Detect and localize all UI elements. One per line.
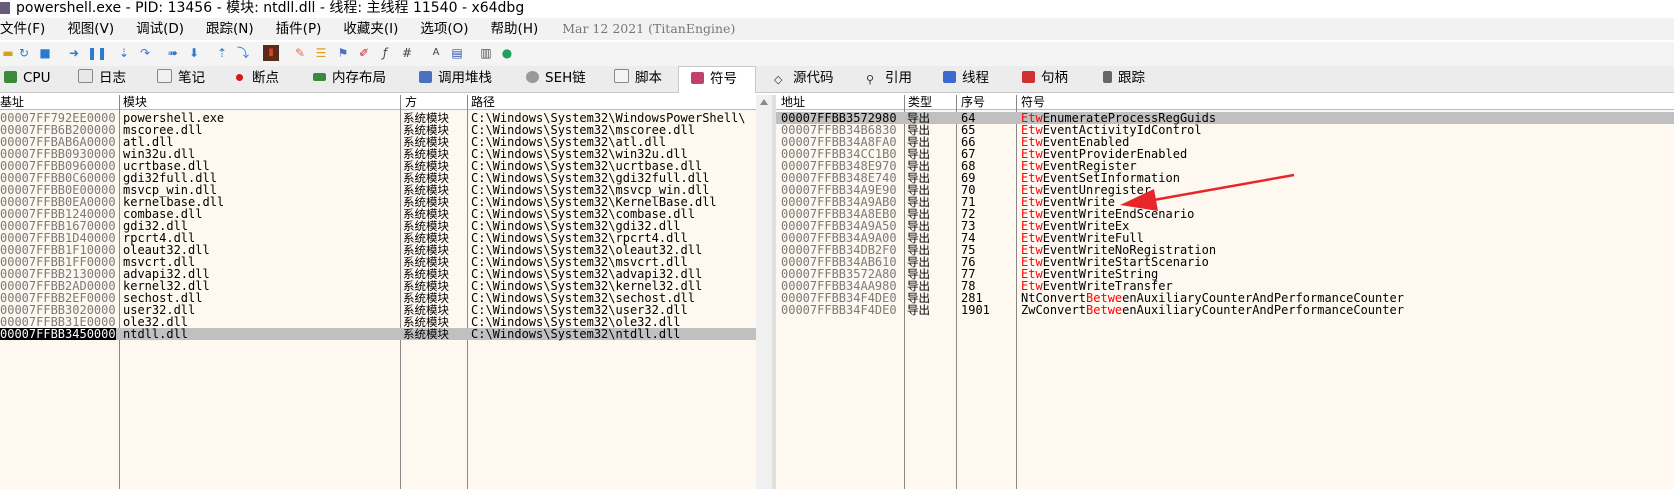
symbols-pane: 地址 类型 序号 符号 00007FFBB3572980 导出 64 EtwEnume… bbox=[776, 95, 1674, 489]
step-into-icon[interactable]: ⇣ bbox=[116, 45, 132, 61]
tab-label: 符号 bbox=[710, 71, 737, 87]
run-to-user-icon[interactable]: ⤵ bbox=[235, 45, 251, 61]
trace-over-icon[interactable]: ⬇ bbox=[186, 45, 202, 61]
module-party: 系统模块 bbox=[403, 327, 449, 341]
tab-label: 日志 bbox=[99, 70, 126, 86]
col-party[interactable]: 方 bbox=[405, 95, 417, 109]
col-module[interactable]: 模块 bbox=[123, 95, 147, 109]
trace-tab-icon bbox=[1103, 71, 1112, 83]
tab-label: SEH链 bbox=[545, 70, 586, 86]
arrow-shaft bbox=[1147, 173, 1295, 203]
tab-log[interactable]: 日志 bbox=[78, 66, 126, 91]
tab-threads[interactable]: 线程 bbox=[943, 66, 989, 91]
tab-label: 脚本 bbox=[635, 70, 662, 86]
tab-label: 断点 bbox=[252, 70, 279, 86]
tab-label: 笔记 bbox=[178, 70, 205, 86]
script-icon bbox=[614, 69, 629, 83]
build-date: Mar 12 2021 (TitanEngine) bbox=[562, 21, 736, 36]
labels-icon[interactable]: ⚑ bbox=[335, 45, 351, 61]
tab-label: 调用堆栈 bbox=[438, 70, 492, 86]
run-icon[interactable]: ➜ bbox=[66, 45, 82, 61]
functions-icon[interactable]: ƒ bbox=[377, 45, 393, 61]
source-icon: ◇ bbox=[774, 73, 783, 86]
col-base[interactable]: 基址 bbox=[0, 95, 24, 109]
menu-file[interactable]: 文件(F) bbox=[0, 18, 45, 40]
seh-icon bbox=[526, 71, 539, 83]
tab-memory-map[interactable]: 内存布局 bbox=[313, 66, 386, 91]
log-icon bbox=[78, 69, 93, 83]
title-bar: powershell.exe - PID: 13456 - 模块: ntdll.… bbox=[0, 0, 1674, 18]
memory-icon bbox=[313, 73, 326, 81]
tab-label: CPU bbox=[23, 70, 51, 86]
modules-header: 基址 模块 方 路径 bbox=[0, 95, 756, 110]
bookmarks-icon[interactable]: ✐ bbox=[356, 45, 372, 61]
notes-icon bbox=[157, 69, 172, 83]
modules-scrollbar[interactable] bbox=[756, 95, 772, 489]
module-base: 00007FFBB3450000 bbox=[0, 327, 116, 341]
tab-bar: CPU 日志 笔记 断点 内存布局 调用堆栈 SEH链 脚本 符号 ◇ 源代码 ⚲… bbox=[0, 66, 1674, 93]
tab-trace[interactable]: 跟踪 bbox=[1103, 66, 1145, 91]
tab-cpu[interactable]: CPU bbox=[4, 66, 50, 91]
call-stack-icon bbox=[419, 71, 432, 83]
trace-into-icon[interactable]: ➠ bbox=[165, 45, 181, 61]
tab-label: 源代码 bbox=[793, 70, 834, 86]
app-icon bbox=[0, 2, 10, 14]
calculator-icon[interactable]: ▤ bbox=[449, 45, 465, 61]
tab-symbols[interactable]: 符号 bbox=[678, 66, 756, 93]
patch-icon[interactable]: ✎ bbox=[292, 45, 308, 61]
tab-handles[interactable]: 句柄 bbox=[1022, 66, 1068, 91]
menu-debug[interactable]: 调试(D) bbox=[136, 18, 184, 40]
open-icon[interactable]: ▬ bbox=[0, 45, 16, 61]
modules-pane: 基址 模块 方 路径 00007FF792EE0000 powershell.ex… bbox=[0, 95, 756, 489]
help-icon[interactable]: ● bbox=[499, 45, 515, 61]
menu-bar: 文件(F) 视图(V) 调试(D) 跟踪(N) 插件(P) 收藏夹(I) 选项(O) 帮助(H… bbox=[0, 18, 1674, 40]
tab-label: 内存布局 bbox=[332, 70, 386, 86]
menu-trace[interactable]: 跟踪(N) bbox=[206, 18, 254, 40]
tab-breakpoints[interactable]: 断点 bbox=[236, 66, 279, 91]
window-title: powershell.exe - PID: 13456 - 模块: ntdll.… bbox=[16, 0, 525, 16]
tab-notes[interactable]: 笔记 bbox=[157, 66, 205, 91]
search-icon: ⚲ bbox=[866, 73, 875, 86]
menu-plugins[interactable]: 插件(P) bbox=[276, 18, 322, 40]
threads-icon bbox=[943, 71, 956, 83]
tab-label: 引用 bbox=[885, 70, 912, 86]
step-over-icon[interactable]: ↷ bbox=[137, 45, 153, 61]
tab-references[interactable]: ⚲ 引用 bbox=[866, 66, 912, 91]
comments-icon[interactable]: ☰ bbox=[313, 45, 329, 61]
handles-icon bbox=[1022, 71, 1035, 83]
scroll-up-icon[interactable] bbox=[760, 99, 768, 105]
stop-icon[interactable]: ■ bbox=[37, 45, 53, 61]
tab-label: 句柄 bbox=[1041, 70, 1068, 86]
module-name: ntdll.dll bbox=[123, 327, 189, 341]
module-path: C:\Windows\System32\ntdll.dll bbox=[471, 327, 681, 341]
tab-source[interactable]: ◇ 源代码 bbox=[774, 66, 834, 91]
font-icon[interactable]: A bbox=[428, 45, 444, 61]
tab-label: 跟踪 bbox=[1118, 70, 1145, 86]
symbols-icon bbox=[691, 72, 704, 84]
menu-favourites[interactable]: 收藏夹(I) bbox=[343, 18, 398, 40]
variables-icon[interactable]: # bbox=[399, 45, 415, 61]
col-path[interactable]: 路径 bbox=[471, 95, 495, 109]
breakpoint-icon bbox=[236, 74, 243, 81]
tab-seh-chain[interactable]: SEH链 bbox=[526, 66, 586, 91]
tab-call-stack[interactable]: 调用堆栈 bbox=[419, 66, 492, 91]
arrow-head bbox=[1120, 189, 1158, 211]
trace-icon[interactable]: ▮ bbox=[263, 45, 279, 61]
menu-options[interactable]: 选项(O) bbox=[420, 18, 468, 40]
cpu-icon bbox=[4, 71, 17, 83]
restart-icon[interactable]: ↻ bbox=[16, 45, 32, 61]
menu-help[interactable]: 帮助(H) bbox=[491, 18, 539, 40]
menu-view[interactable]: 视图(V) bbox=[67, 18, 114, 40]
module-row[interactable]: 00007FFBB3450000 ntdll.dll 系统模块 C:\Windows\… bbox=[0, 328, 756, 340]
scylla-icon[interactable]: ▥ bbox=[478, 45, 494, 61]
toolbar: ▬ ↻ ■ ➜ ❚❚ ⇣ ↷ ➠ ⬇ ⇡ ⤵ ▮ ✎ ☰ ⚑ ✐ ƒ # A ▤… bbox=[0, 42, 1674, 66]
tab-label: 线程 bbox=[962, 70, 989, 86]
pause-icon[interactable]: ❚❚ bbox=[87, 45, 107, 61]
annotation-arrow bbox=[1120, 173, 1295, 211]
execute-till-return-icon[interactable]: ⇡ bbox=[214, 45, 230, 61]
tab-script[interactable]: 脚本 bbox=[614, 66, 662, 91]
